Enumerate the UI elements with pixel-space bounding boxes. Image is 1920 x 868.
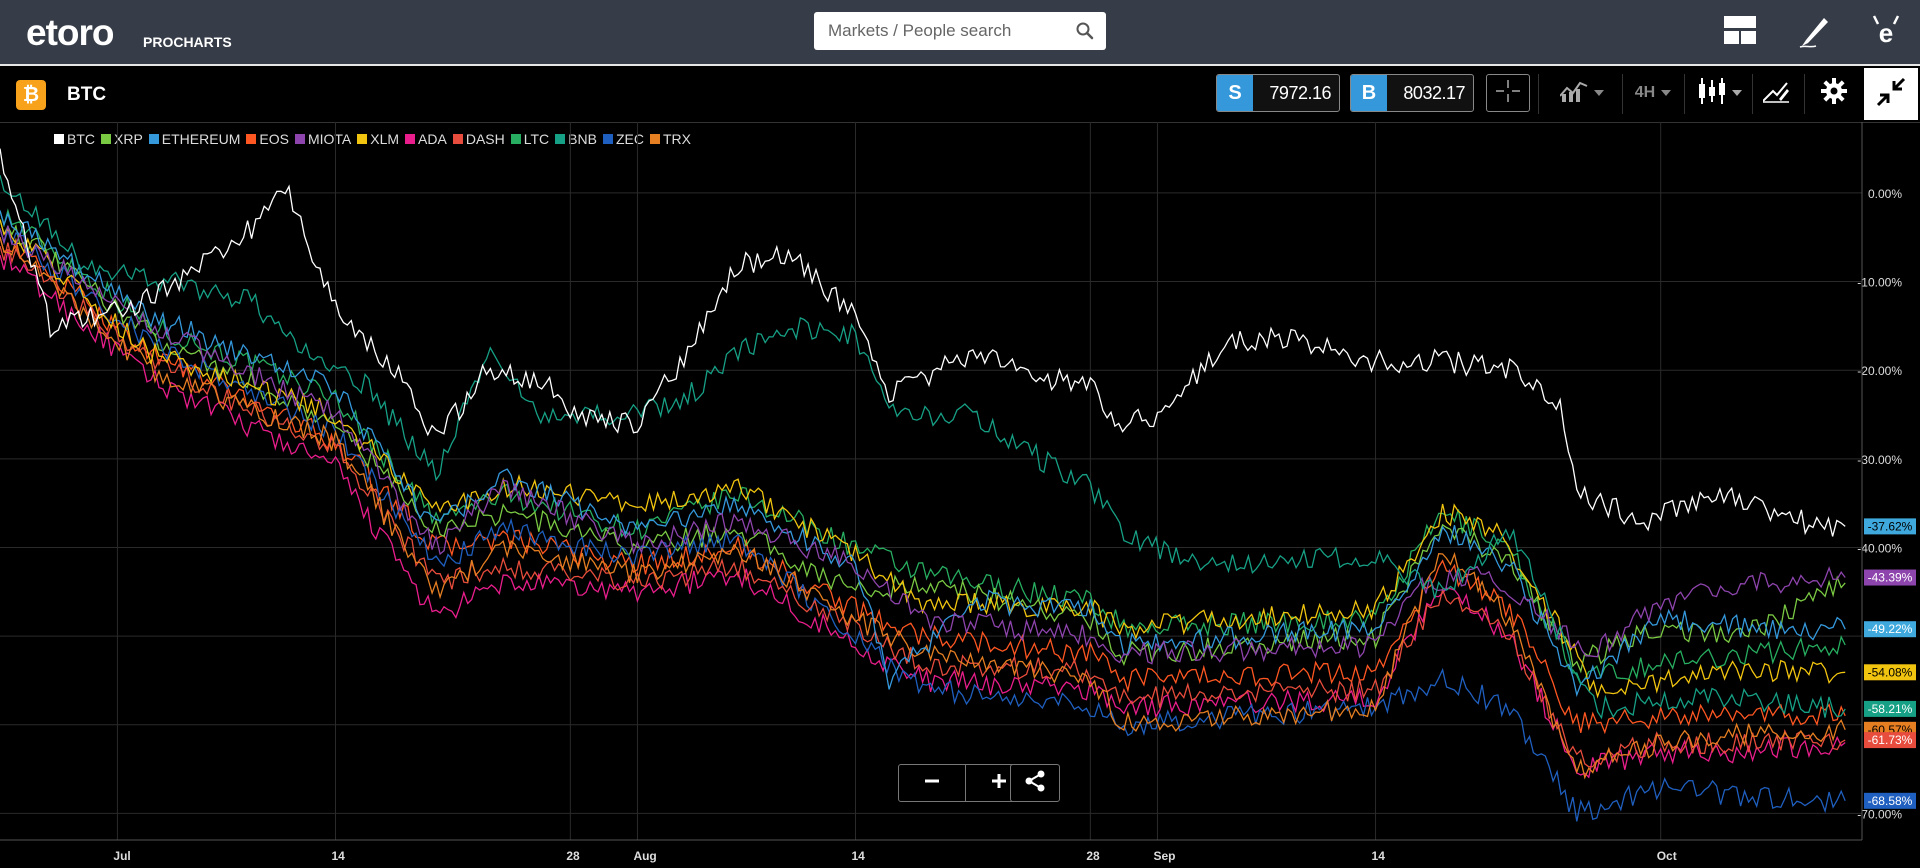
gear-icon [1821,77,1847,109]
crosshair-button[interactable] [1486,74,1530,112]
instrument-name: BTC [67,84,107,105]
price-label: -49.22% [1864,621,1916,638]
buy-price: 8032.17 [1403,82,1465,103]
timeframe-label: 4H [1634,84,1656,101]
top-bar: etoro PROCHARTS e [0,0,1920,66]
share-icon [1024,770,1046,797]
price-label: -37.62% [1864,518,1916,535]
drawing-tools-button[interactable] [1754,74,1798,112]
y-tick-label: -40.00% [1857,541,1902,555]
price-label-text: -43.39% [1868,571,1913,585]
y-tick-label: -70.00% [1857,807,1902,821]
toolbar-divider [1622,74,1623,114]
zoom-out-button[interactable] [899,765,965,801]
x-tick-label: 14 [1372,849,1386,863]
plus-icon [991,773,1007,794]
series-line-eos [0,237,1846,735]
series-line-xlm [0,219,1846,699]
sell-button[interactable]: S 7972.16 [1216,74,1340,112]
price-label-text: -49.22% [1868,622,1913,636]
price-label-text: -68.58% [1868,794,1913,808]
sell-price: 7972.16 [1269,82,1331,103]
crosshair-icon [1496,79,1520,107]
series-line-trx [0,237,1846,780]
logo-text: etoro [26,12,114,53]
price-label-text: -54.08% [1868,665,1913,679]
series-line-dash [0,242,1846,768]
y-tick-label: 0.00% [1868,187,1902,201]
buy-button[interactable]: B 8032.17 [1350,74,1474,112]
svg-text:e: e [1879,18,1893,48]
settings-button[interactable] [1808,74,1860,112]
x-tick-label: Jul [113,849,130,863]
price-label: -61.73% [1864,732,1916,749]
series-line-xrp [0,219,1846,674]
collapse-icon [1876,77,1906,112]
x-tick-label: 14 [331,849,345,863]
x-tick-label: 14 [852,849,866,863]
pencil-icon[interactable] [1798,12,1832,53]
chevron-down-icon [1594,90,1604,96]
minus-icon [924,773,940,794]
x-tick-label: Aug [633,849,656,863]
y-tick-label: -30.00% [1857,453,1902,467]
search-box [814,12,1106,50]
compare-chart-icon [1559,80,1588,107]
sell-tag: S [1217,75,1253,111]
drawing-tools-icon [1762,79,1789,108]
candlestick-icon [1698,77,1726,109]
logo-subtitle: PROCHARTS [143,34,232,50]
search-icon[interactable] [1076,22,1094,45]
chevron-down-icon [1661,90,1672,96]
price-label-text: -58.21% [1868,702,1913,716]
x-tick-label: Sep [1153,849,1175,863]
series-line-ada [0,250,1846,779]
price-labels: -37.62%-43.39%-49.22%-54.08%-58.21%-60.5… [1864,518,1916,809]
fullscreen-button[interactable] [1864,68,1918,120]
share-button[interactable] [1010,764,1060,802]
y-tick-label: -20.00% [1857,364,1902,378]
instrument-header: ₿ BTC S 7972.16 B 8032.17 4H [0,66,1920,123]
chevron-down-icon [1732,90,1742,96]
compare-button[interactable] [1550,74,1614,112]
price-label: -43.39% [1864,569,1916,586]
series-line-zec [0,227,1846,822]
x-tick-label: 28 [566,849,580,863]
price-label: -58.21% [1864,700,1916,717]
toolbar-divider [1684,74,1685,114]
buy-tag: B [1351,75,1387,111]
toolbar-divider [1804,74,1805,114]
x-tick-label: Oct [1657,849,1677,863]
chart-series [0,148,1846,822]
price-label-text: -37.62% [1868,519,1913,533]
series-line-btc [0,148,1846,537]
price-label-text: -61.73% [1868,733,1913,747]
chart-grid [0,122,1862,840]
timeframe-button[interactable]: 4H [1626,74,1680,112]
chart-type-button[interactable] [1688,74,1752,112]
etoro-e-icon[interactable]: e [1868,12,1904,53]
search-input[interactable] [814,12,1064,50]
x-tick-label: 28 [1086,849,1100,863]
toolbar-divider [1538,74,1539,114]
bitcoin-icon: ₿ [16,80,46,110]
layout-icon[interactable] [1724,16,1756,49]
comparison-chart[interactable]: 0.00% -10.00% -20.00% -30.00% -40.00% -70.00%… [0,122,1920,868]
price-label: -54.08% [1864,664,1916,681]
price-label: -68.58% [1864,792,1916,809]
toolbar-divider [1752,74,1753,114]
y-tick-label: -10.00% [1857,276,1902,290]
x-axis: Jul 14 28 Aug 14 28 Sep 14 Oct [0,839,1862,863]
